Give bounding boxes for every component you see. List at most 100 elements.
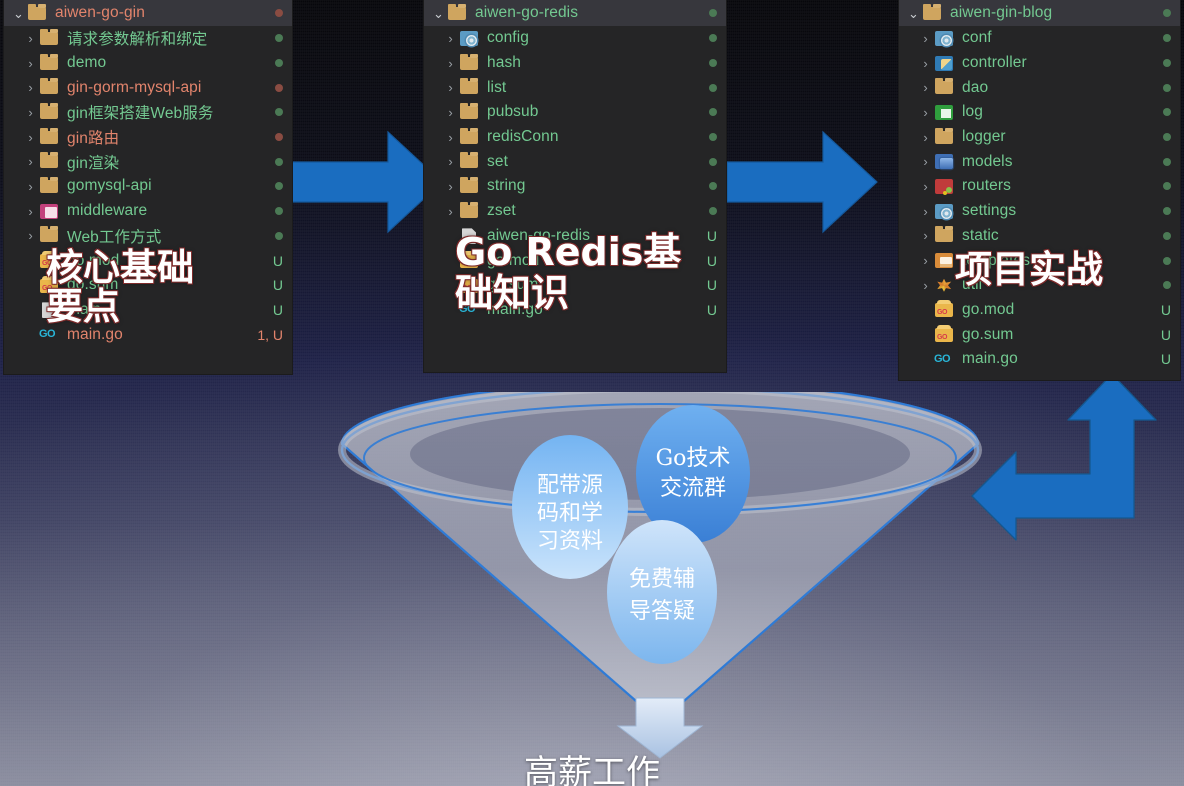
explorer-panel-aiwen-gin-blog[interactable]: ⌄ aiwen-gin-blog › conf › controller › dao › log ›… — [899, 0, 1180, 380]
explorer-row[interactable]: › 请求参数解析和绑定 — [4, 26, 292, 51]
status-dot — [1163, 75, 1180, 100]
explorer-row[interactable]: › gin框架搭建Web服务 — [4, 100, 292, 125]
chevron-right-icon[interactable]: › — [22, 57, 39, 70]
chevron-right-icon[interactable]: › — [917, 106, 934, 119]
explorer-row[interactable]: › settings — [899, 199, 1180, 224]
chevron-right-icon[interactable]: › — [917, 254, 934, 267]
bubble-line: 习资料 — [537, 529, 603, 554]
explorer-row[interactable]: › list — [424, 75, 726, 100]
chevron-right-icon[interactable]: › — [442, 81, 459, 94]
chevron-down-icon[interactable]: ⌄ — [905, 7, 922, 20]
folder-icon — [447, 3, 468, 22]
explorer-root-row[interactable]: ⌄ aiwen-go-gin — [4, 0, 292, 26]
explorer-row[interactable]: GO main.go U — [899, 347, 1180, 372]
explorer-row[interactable]: › gin-gorm-mysql-api — [4, 75, 292, 100]
explorer-row[interactable]: › set — [424, 149, 726, 174]
caption-project-practice: 项目实战 — [955, 247, 1103, 291]
explorer-row[interactable]: › config — [424, 26, 726, 51]
explorer-item-label: redisConn — [487, 128, 559, 146]
chevron-right-icon[interactable]: › — [442, 155, 459, 168]
status-dot — [1163, 125, 1180, 150]
folder-icon — [459, 176, 480, 195]
status-dot — [1163, 273, 1180, 298]
status-dot — [1163, 26, 1180, 51]
explorer-item-label: gin路由 — [67, 130, 120, 148]
explorer-root-row[interactable]: ⌄ aiwen-go-redis — [424, 0, 726, 26]
explorer-root-row[interactable]: ⌄ aiwen-gin-blog — [899, 0, 1180, 26]
folder-icon — [39, 102, 60, 121]
chevron-right-icon[interactable]: › — [917, 155, 934, 168]
explorer-row[interactable]: › string — [424, 174, 726, 199]
chevron-right-icon[interactable]: › — [22, 229, 39, 242]
chevron-right-icon[interactable]: › — [917, 205, 934, 218]
explorer-row[interactable]: › zset — [424, 199, 726, 224]
explorer-row[interactable]: › dao — [899, 75, 1180, 100]
chevron-right-icon[interactable]: › — [442, 32, 459, 45]
chevron-down-icon[interactable]: ⌄ — [10, 7, 27, 20]
folder-icon — [459, 127, 480, 146]
folder-green-icon — [934, 104, 955, 121]
explorer-row[interactable]: › static — [899, 224, 1180, 249]
explorer-row[interactable]: › routers — [899, 174, 1180, 199]
chevron-right-icon[interactable]: › — [442, 106, 459, 119]
chevron-right-icon[interactable]: › — [22, 155, 39, 168]
explorer-row[interactable]: › gomysql-api — [4, 174, 292, 199]
explorer-panel-aiwen-go-redis[interactable]: ⌄ aiwen-go-redis › config › hash › list › pubsub ›… — [424, 0, 726, 372]
chevron-right-icon[interactable]: › — [917, 32, 934, 45]
explorer-row[interactable]: › models — [899, 149, 1180, 174]
status-dot — [1163, 248, 1180, 273]
explorer-item-label: demo — [67, 54, 107, 72]
explorer-row[interactable]: go.sum U — [899, 322, 1180, 347]
explorer-row[interactable]: go.mod U — [899, 298, 1180, 323]
chevron-right-icon[interactable]: › — [442, 131, 459, 144]
chevron-right-icon[interactable]: › — [917, 131, 934, 144]
chevron-right-icon[interactable]: › — [442, 205, 459, 218]
chevron-right-icon[interactable]: › — [22, 81, 39, 94]
chevron-right-icon[interactable]: › — [22, 32, 39, 45]
explorer-item-label: aiwen-go-redis — [475, 4, 579, 21]
explorer-row[interactable]: › log — [899, 100, 1180, 125]
status-badge: U — [1160, 326, 1171, 343]
folder-icon — [39, 28, 60, 47]
explorer-row[interactable]: › logger — [899, 125, 1180, 150]
chevron-right-icon[interactable]: › — [22, 180, 39, 193]
status-badge: U — [706, 227, 717, 244]
explorer-item-label: settings — [962, 202, 1017, 220]
chevron-right-icon[interactable]: › — [442, 57, 459, 70]
chevron-right-icon[interactable]: › — [917, 57, 934, 70]
status-dot — [709, 75, 726, 100]
chevron-right-icon[interactable]: › — [917, 279, 934, 292]
explorer-row[interactable]: › redisConn — [424, 125, 726, 150]
chevron-right-icon[interactable]: › — [917, 81, 934, 94]
folder-icon — [39, 53, 60, 72]
bubble-line: 免费辅 — [629, 567, 695, 592]
go-mod-icon — [934, 325, 955, 343]
explorer-row[interactable]: › hash — [424, 51, 726, 76]
chevron-right-icon[interactable]: › — [917, 229, 934, 242]
explorer-item-label: go.mod — [962, 300, 1015, 318]
folder-icon — [39, 226, 60, 244]
explorer-item-label: main.go — [67, 325, 123, 343]
explorer-item-label: aiwen-go-gin — [55, 4, 145, 21]
explorer-item-label: static — [962, 226, 999, 244]
folder-icon — [934, 226, 955, 244]
chevron-down-icon[interactable]: ⌄ — [430, 7, 447, 20]
explorer-row[interactable]: › gin渲染 — [4, 149, 292, 174]
chevron-right-icon[interactable]: › — [917, 180, 934, 193]
explorer-row[interactable]: › conf — [899, 26, 1180, 51]
chevron-right-icon[interactable]: › — [442, 180, 459, 193]
explorer-item-label: log — [962, 103, 983, 121]
chevron-right-icon[interactable]: › — [22, 205, 39, 218]
explorer-row[interactable]: › pubsub — [424, 100, 726, 125]
caption-core-basics: 核心基础 要点 — [46, 245, 194, 328]
folder-gear-icon — [459, 30, 480, 47]
explorer-row[interactable]: › demo — [4, 51, 292, 76]
explorer-row[interactable]: › controller — [899, 51, 1180, 76]
folder-blue-icon — [934, 153, 955, 170]
folder-icon — [459, 78, 480, 96]
chevron-right-icon[interactable]: › — [22, 106, 39, 119]
explorer-row[interactable]: › gin路由 — [4, 125, 292, 150]
chevron-right-icon[interactable]: › — [22, 131, 39, 144]
folder-red-icon — [934, 178, 955, 195]
explorer-row[interactable]: › middleware — [4, 199, 292, 224]
